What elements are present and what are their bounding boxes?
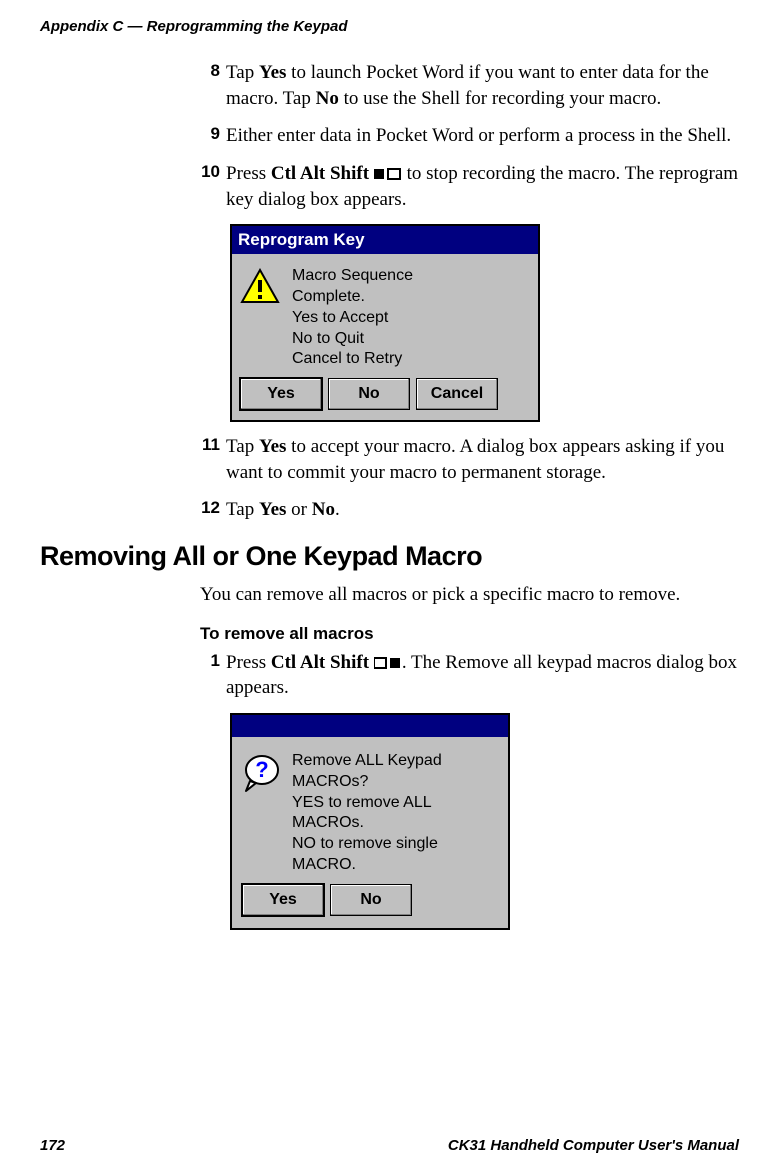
step-body: Tap Yes to accept your macro. A dialog b… <box>226 434 740 485</box>
running-head: Appendix C — Reprogramming the Keypad <box>40 18 348 35</box>
text: to use the Shell for recording your macr… <box>339 88 661 109</box>
step-body: Tap Yes to launch Pocket Word if you wan… <box>226 60 740 111</box>
msg-line: MACROs? <box>292 772 442 793</box>
msg-line: NO to remove single <box>292 834 442 855</box>
page-number: 172 <box>40 1137 65 1154</box>
heading-removing-macro: Removing All or One Keypad Macro <box>40 541 740 572</box>
msg-line: No to Quit <box>292 329 413 350</box>
msg-line: Cancel to Retry <box>292 349 413 370</box>
text: Tap <box>226 436 259 457</box>
step-8: 8 Tap Yes to launch Pocket Word if you w… <box>200 60 740 111</box>
content-area: 8 Tap Yes to launch Pocket Word if you w… <box>200 56 740 942</box>
step-number: 9 <box>200 123 226 149</box>
text: Tap <box>226 499 259 520</box>
dialog-buttons: Yes No Cancel <box>232 376 538 420</box>
step-number: 1 <box>200 650 226 701</box>
dialog-body: Macro Sequence Complete. Yes to Accept N… <box>232 254 538 376</box>
footer: 172 CK31 Handheld Computer User's Manual <box>40 1137 739 1154</box>
step-body: Either enter data in Pocket Word or perf… <box>226 123 740 149</box>
dialog-message: Macro Sequence Complete. Yes to Accept N… <box>292 266 413 370</box>
bold-yes: Yes <box>259 62 286 83</box>
intro-text: You can remove all macros or pick a spec… <box>200 582 740 608</box>
step-11: 11 Tap Yes to accept your macro. A dialo… <box>200 434 740 485</box>
msg-line: MACROs. <box>292 813 442 834</box>
svg-text:?: ? <box>255 757 268 782</box>
step-number: 10 <box>200 161 226 212</box>
text: . <box>335 499 340 520</box>
text: Press <box>226 163 271 184</box>
cancel-button[interactable]: Cancel <box>416 378 498 410</box>
step-body: Press Ctl Alt Shift to stop recording th… <box>226 161 740 212</box>
bold-yes: Yes <box>259 499 286 520</box>
heading-to-remove-all: To remove all macros <box>200 624 740 644</box>
text: Press <box>226 652 271 673</box>
step-body: Press Ctl Alt Shift . The Remove all key… <box>226 650 740 701</box>
msg-line: Remove ALL Keypad <box>292 751 442 772</box>
remove-key-icon <box>374 656 402 670</box>
step-9: 9 Either enter data in Pocket Word or pe… <box>200 123 740 149</box>
dialog-title: Reprogram Key <box>232 226 538 254</box>
bold-no: No <box>312 499 335 520</box>
text: to accept your macro. A dialog box appea… <box>226 436 724 483</box>
step-body: Tap Yes or No. <box>226 497 740 523</box>
msg-line: Macro Sequence <box>292 266 413 287</box>
remove-step-1: 1 Press Ctl Alt Shift . The Remove all k… <box>200 650 740 701</box>
step-number: 8 <box>200 60 226 111</box>
manual-title: CK31 Handheld Computer User's Manual <box>448 1137 739 1154</box>
step-number: 12 <box>200 497 226 523</box>
no-button[interactable]: No <box>330 884 412 916</box>
bold-yes: Yes <box>259 436 286 457</box>
bold-no: No <box>316 88 339 109</box>
dialog-title-empty <box>232 715 508 737</box>
dialog-buttons: Yes No <box>232 882 508 928</box>
yes-button[interactable]: Yes <box>240 378 322 410</box>
page: Appendix C — Reprogramming the Keypad 8 … <box>0 0 779 1172</box>
yes-button[interactable]: Yes <box>242 884 324 916</box>
step-number: 11 <box>200 434 226 485</box>
bold-key: Ctl Alt Shift <box>271 163 369 184</box>
msg-line: Yes to Accept <box>292 308 413 329</box>
step-10: 10 Press Ctl Alt Shift to stop recording… <box>200 161 740 212</box>
text: Tap <box>226 62 259 83</box>
no-button[interactable]: No <box>328 378 410 410</box>
remove-macros-dialog: ? Remove ALL Keypad MACROs? YES to remov… <box>230 713 510 930</box>
dialog-message: Remove ALL Keypad MACROs? YES to remove … <box>292 751 442 876</box>
warning-icon <box>240 268 280 304</box>
question-icon: ? <box>242 753 282 793</box>
dialog-body: ? Remove ALL Keypad MACROs? YES to remov… <box>232 737 508 882</box>
msg-line: Complete. <box>292 287 413 308</box>
reprogram-key-dialog: Reprogram Key Macro Sequence Complete. Y… <box>230 224 540 422</box>
bold-key: Ctl Alt Shift <box>271 652 369 673</box>
step-12: 12 Tap Yes or No. <box>200 497 740 523</box>
text: or <box>286 499 311 520</box>
msg-line: MACRO. <box>292 855 442 876</box>
msg-line: YES to remove ALL <box>292 793 442 814</box>
stop-key-icon <box>374 167 402 181</box>
